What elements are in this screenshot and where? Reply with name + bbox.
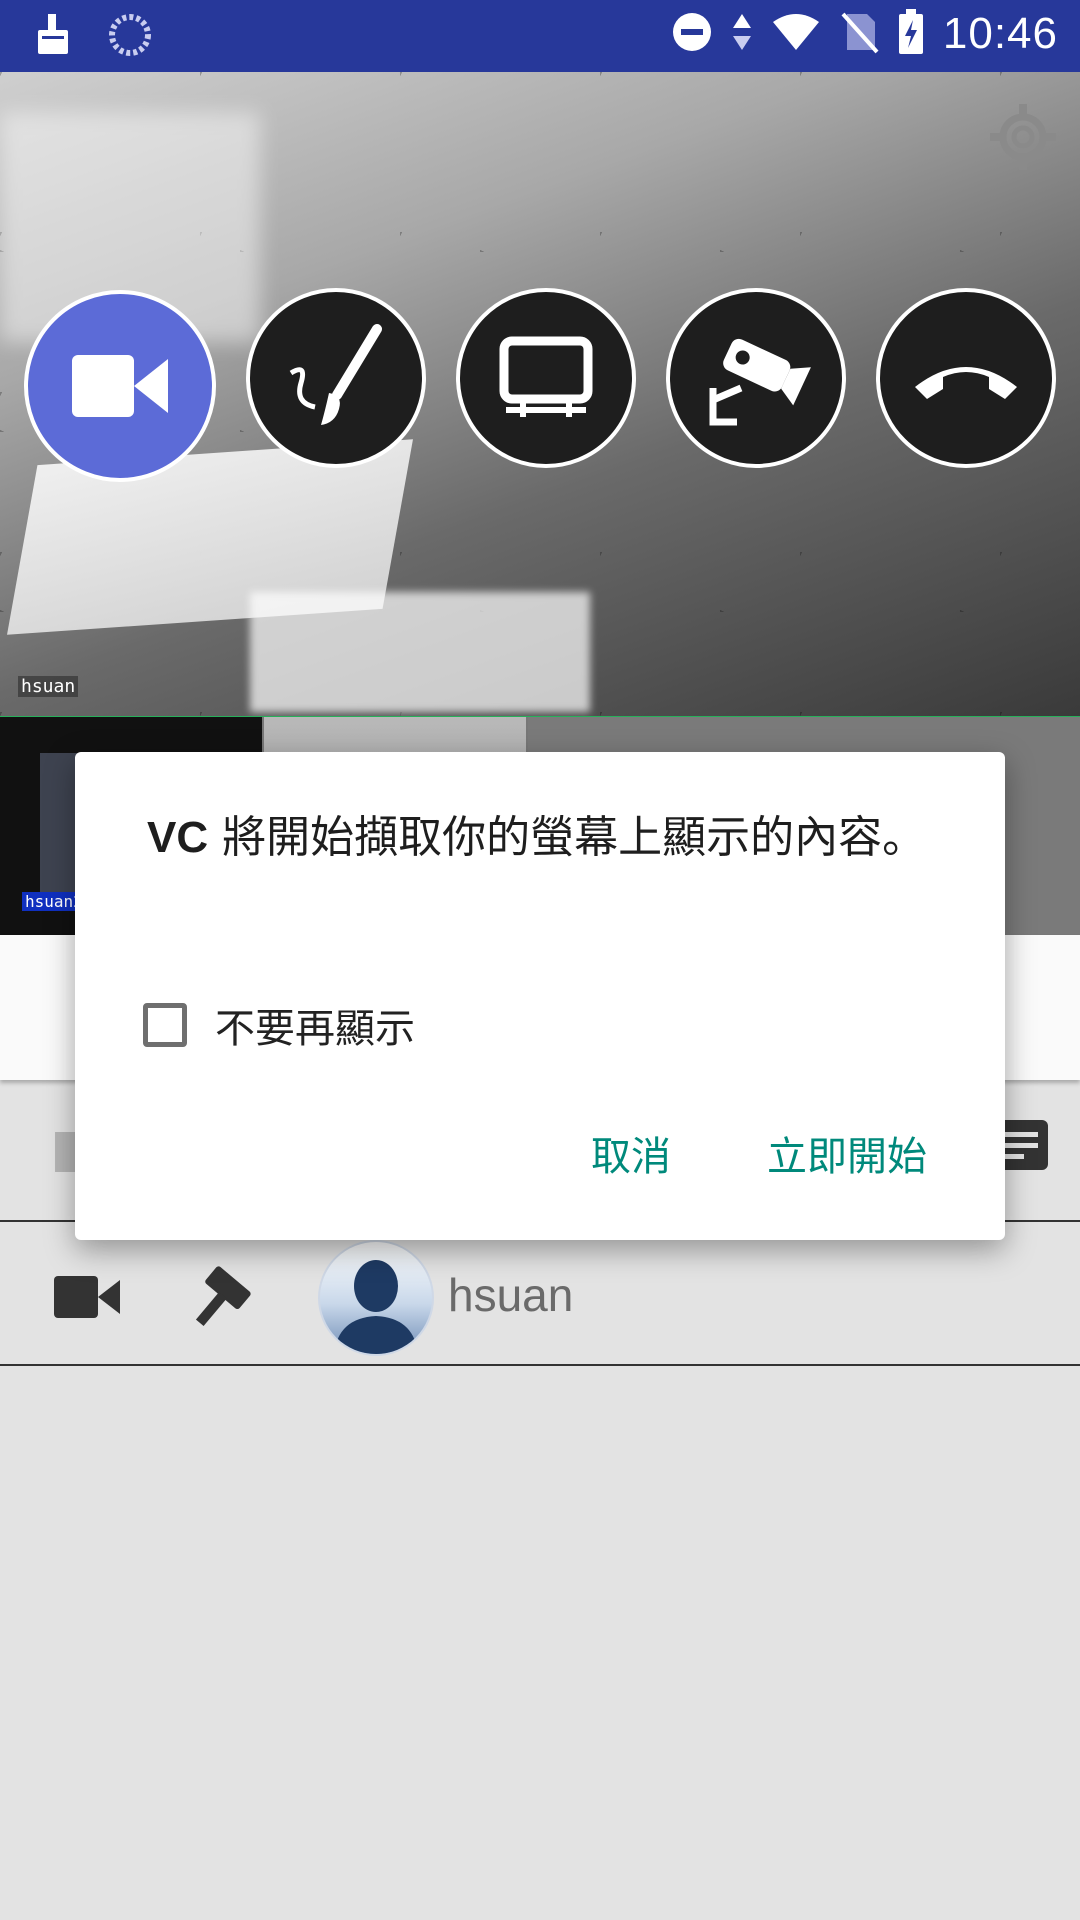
participant-name-tag: hsuan (18, 676, 79, 697)
user-name: hsuan (448, 1269, 574, 1321)
screen-capture-dialog: VC 將開始擷取你的螢幕上顯示的內容。 不要再顯示 取消 立即開始 (75, 752, 1005, 1240)
screen-share-button[interactable] (456, 288, 636, 468)
whiteboard-button[interactable] (246, 288, 426, 468)
settings-icon[interactable] (988, 102, 1058, 172)
call-end-icon (915, 367, 1017, 399)
monitor-icon (499, 336, 593, 417)
dont-show-again-label: 不要再顯示 (215, 1006, 415, 1052)
dont-show-again-checkbox[interactable] (143, 1003, 187, 1047)
do-not-disturb-icon (671, 11, 713, 57)
dont-show-again-option[interactable]: 不要再顯示 (143, 996, 415, 1054)
battery-charging-icon (897, 8, 925, 60)
cctv-button[interactable] (666, 288, 846, 468)
dialog-title: VC 將開始擷取你的螢幕上顯示的內容。 (147, 810, 927, 866)
data-arrows-icon (731, 12, 753, 56)
wifi-icon (771, 12, 821, 56)
main-video-view[interactable]: hsuan (0, 72, 1080, 717)
start-now-button[interactable]: 立即開始 (767, 1124, 927, 1182)
dialog-title-text: 將開始擷取你的螢幕上顯示的內容。 (208, 812, 927, 863)
camera-toggle-button[interactable] (24, 290, 216, 482)
clock: 10:46 (942, 9, 1058, 58)
divider (0, 1364, 1080, 1366)
videocam-small-icon[interactable] (54, 1274, 120, 1320)
brush-icon (289, 324, 382, 425)
status-bar: 10:46 (0, 0, 1080, 72)
dialog-title-brand: VC (147, 813, 209, 862)
security-camera-icon (709, 338, 811, 426)
cancel-button[interactable]: 取消 (591, 1124, 671, 1182)
light-reflection (250, 592, 590, 712)
hang-up-button[interactable] (876, 288, 1056, 468)
avatar[interactable] (318, 1240, 434, 1356)
sync-icon (108, 13, 152, 61)
user-row: hsuan (0, 1222, 1080, 1364)
no-sim-icon (839, 10, 879, 58)
videocam-icon (72, 355, 168, 417)
cleaner-icon (32, 12, 72, 62)
gavel-icon[interactable] (196, 1262, 266, 1328)
